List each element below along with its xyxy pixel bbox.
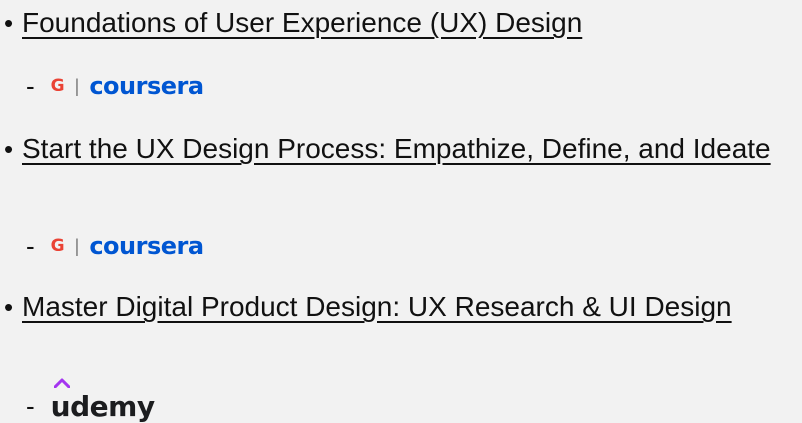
separator: |: [74, 75, 80, 96]
course-item: • Foundations of User Experience (UX) De…: [0, 6, 802, 40]
bullet: •: [4, 292, 14, 322]
provider-row: - G | coursera: [22, 230, 204, 262]
course-title-link[interactable]: Master Digital Product Design: UX Resear…: [22, 291, 732, 322]
google-g-icon: G: [50, 76, 65, 96]
dash: -: [26, 231, 35, 261]
udemy-logo[interactable]: udemy: [50, 378, 155, 423]
course-title-link[interactable]: Foundations of User Experience (UX) Desi…: [22, 7, 582, 38]
provider-row: - udemy: [22, 378, 155, 423]
course-item: • Master Digital Product Design: UX Rese…: [0, 290, 802, 324]
coursera-logo[interactable]: coursera: [89, 232, 204, 260]
coursera-logo[interactable]: coursera: [89, 72, 204, 100]
dash: -: [26, 71, 35, 101]
provider-row: - G | coursera: [22, 70, 204, 102]
course-item: • Start the UX Design Process: Empathize…: [0, 132, 802, 166]
bullet: •: [4, 8, 14, 38]
udemy-wordmark: udemy: [50, 389, 155, 423]
course-title-link[interactable]: Start the UX Design Process: Empathize, …: [22, 133, 771, 164]
google-g-icon: G: [50, 236, 65, 256]
bullet: •: [4, 134, 14, 164]
udemy-hat-icon: [53, 378, 70, 388]
dash: -: [26, 391, 35, 421]
separator: |: [74, 235, 80, 256]
